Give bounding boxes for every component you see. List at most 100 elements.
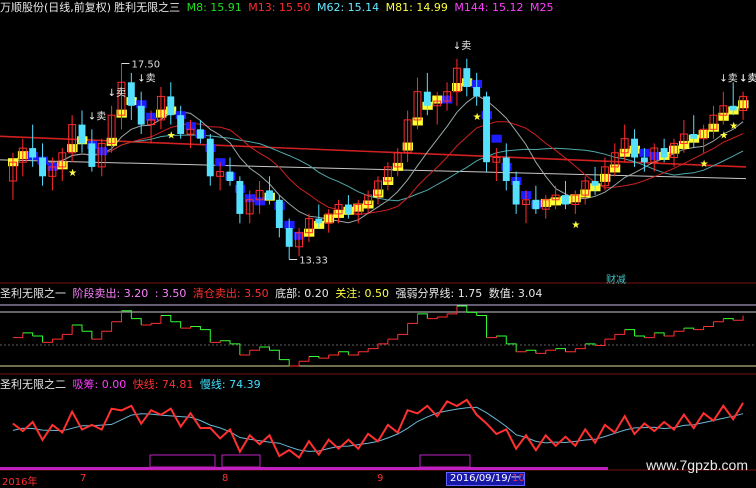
candle-body — [275, 199, 283, 228]
indicator-name-3: 胜利无限之三 — [114, 1, 181, 14]
ind1-step-line — [733, 315, 744, 321]
stage-sell-value: 阶段卖出: 3.20 — [72, 287, 149, 300]
boundary-value: 强弱分界线: 1.75 — [395, 287, 483, 300]
low-price-label: 13.33 — [299, 255, 328, 266]
ind1-step-line — [693, 326, 705, 331]
candle-body — [423, 91, 431, 106]
candle-body — [562, 195, 569, 205]
candle-body — [206, 138, 214, 177]
candle-body — [177, 115, 185, 134]
ma-m62: M62: 15.14 — [316, 1, 380, 14]
ma-m8: M8: 15.91 — [186, 1, 242, 14]
ind1-step-line — [131, 318, 142, 325]
buy-star-marker: ★ — [68, 168, 77, 179]
ind1-step-line — [200, 329, 211, 343]
ma-m144: M144: 15.12 — [454, 1, 524, 14]
ind1-step-line — [269, 349, 280, 360]
ind1-step-line — [180, 326, 192, 329]
ind1-step-line — [249, 347, 261, 351]
ind1-step-line — [427, 317, 438, 320]
ind1-step-line — [397, 323, 409, 335]
candle-body — [39, 157, 46, 177]
ind1-step-line — [338, 351, 349, 355]
buy-star-marker: ★ — [719, 131, 728, 142]
ind1-step-line — [32, 335, 44, 343]
ind1-step-line — [348, 351, 359, 356]
ind1-step-line — [318, 354, 330, 359]
ind1-step-line — [723, 318, 734, 321]
main-price-panel[interactable]: 17.5013.33↓卖↓卖↓卖↓卖↓卖 ↓卖↓卖★★★★★★★财减 — [0, 40, 756, 286]
fast-line-value: 快线: 74.81 — [132, 378, 194, 391]
ind1-step-line — [634, 335, 645, 338]
bottom-value: 底部: 0.20 — [275, 287, 329, 300]
ind1-step-line — [160, 314, 172, 322]
ind1-step-line — [210, 340, 221, 343]
candle-body — [226, 171, 234, 181]
candle-body — [690, 134, 698, 139]
trend-ladder-block — [491, 134, 502, 143]
buy-star-marker: ★ — [167, 131, 176, 142]
ind1-step-line — [703, 321, 714, 328]
year-label: 2016年 — [2, 477, 38, 488]
month-7-label: 7 — [80, 473, 87, 484]
candle-body — [285, 228, 293, 247]
indicator-1-header: 圣利无限之一 阶段卖出: 3.20 : 3.50 清仓卖出: 3.50 底部: … — [0, 287, 545, 300]
main-panel-header: 万顺股份(日线,前复权) 胜利无限之三 M8: 15.91 M13: 15.50 … — [0, 1, 557, 14]
ind1-step-line — [239, 350, 251, 356]
ind1-step-line — [555, 348, 566, 352]
ind1-step-line — [437, 313, 448, 318]
candle-body — [196, 129, 204, 139]
ind1-step-line — [447, 306, 458, 315]
candle-body — [137, 105, 145, 125]
candle-body — [29, 148, 37, 158]
ind1-step-line — [654, 332, 665, 336]
buy-star-marker: ★ — [729, 121, 738, 132]
candle-body — [236, 181, 244, 214]
candle-body — [660, 148, 668, 158]
ind1-step-line — [378, 339, 389, 345]
ind1-step-line — [259, 346, 270, 351]
ind1-step-line — [713, 318, 724, 323]
ind1-step-line — [683, 327, 695, 330]
month-8-label: 8 — [222, 473, 229, 484]
indicator-2-panel[interactable] — [0, 398, 744, 470]
ind1-step-line — [22, 332, 34, 336]
ind1-step-line — [151, 315, 162, 324]
sell-signal-label: ↓卖 — [108, 87, 126, 99]
absorb-bar-group — [221, 454, 261, 468]
buy-star-marker: ★ — [473, 112, 482, 123]
ind1-step-line — [170, 321, 182, 329]
candle-body — [483, 96, 490, 163]
ind1-step-line — [496, 335, 507, 344]
fast-line — [12, 398, 744, 460]
ind1-step-line — [516, 350, 527, 353]
sell-signal-label: ↓卖 — [453, 40, 471, 52]
candle-body — [640, 157, 648, 163]
ind1-step-line — [328, 351, 340, 356]
ind1-step-line — [624, 329, 636, 336]
ind1-step-line — [407, 313, 418, 324]
value-350: : 3.50 — [154, 287, 187, 300]
kline-chart[interactable]: 17.5013.33↓卖↓卖↓卖↓卖↓卖 ↓卖↓卖★★★★★★★财减 — [0, 0, 756, 487]
indicator-1-name: 圣利无限之一 — [0, 287, 66, 300]
ind1-step-line — [486, 336, 497, 339]
ind1-step-line — [456, 305, 468, 313]
candle-body — [729, 105, 737, 111]
ma-m25: M25 — [530, 1, 554, 14]
candle-body — [344, 204, 352, 214]
indicator-1-panel[interactable] — [0, 304, 756, 367]
slow-line — [12, 406, 744, 452]
ind1-step-line — [545, 348, 557, 351]
slow-line-value: 慢线: 74.39 — [199, 378, 261, 391]
watermark: www.7gpzb.com — [646, 457, 748, 473]
absorb-value: 吸筹: 0.00 — [72, 378, 127, 391]
ind1-step-line — [289, 361, 300, 367]
candle-body — [78, 124, 86, 144]
ind1-step-line — [644, 332, 655, 339]
ind1-step-line — [42, 339, 53, 343]
sell-signal-label: ↓卖 — [739, 73, 756, 85]
ind1-step-line — [476, 314, 488, 338]
ind1-step-line — [674, 328, 685, 332]
clear-sell-value: 清仓卖出: 3.50 — [192, 287, 269, 300]
high-price-label: 17.50 — [131, 60, 160, 71]
